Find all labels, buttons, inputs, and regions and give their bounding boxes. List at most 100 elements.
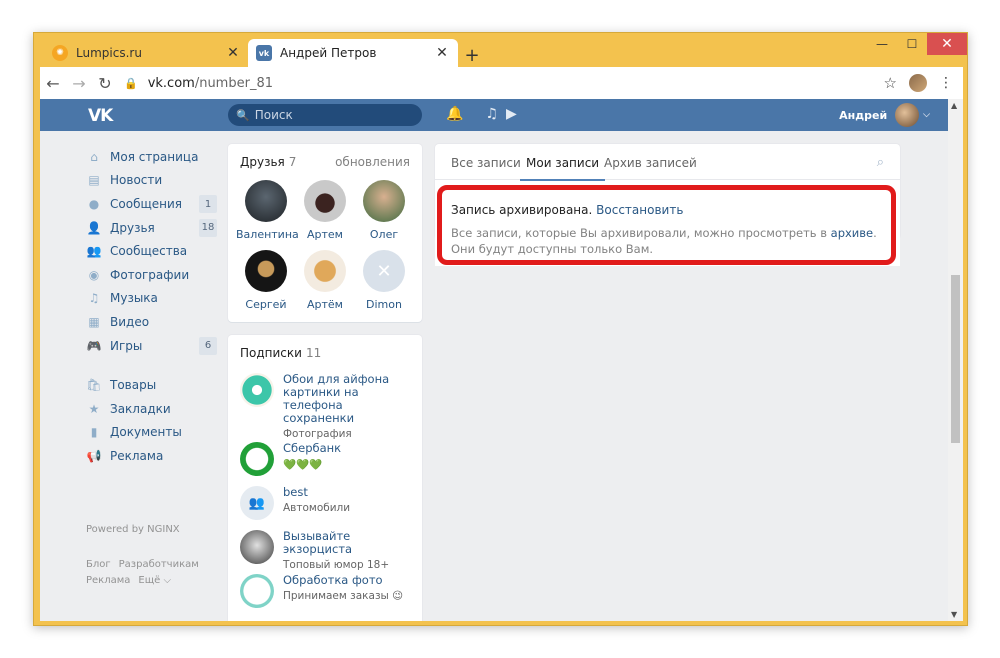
friend-avatar — [245, 180, 287, 222]
nav-item-bookmarks[interactable]: ★ Закладки — [86, 397, 216, 421]
vk-header: VK 🔍 Поиск 🔔 ♫ ▶ Андрей ⌵ — [40, 99, 948, 131]
subscription-title: Обработка фото — [283, 573, 383, 587]
friend-item[interactable]: Артём — [295, 250, 355, 311]
nav-item-news[interactable]: ▤ Новости — [86, 169, 216, 193]
nav-item-music[interactable]: ♫ Музыка — [86, 287, 216, 311]
nav-label: Моя страница — [110, 149, 199, 164]
back-icon[interactable]: ← — [40, 74, 66, 93]
nav-label: Видео — [110, 314, 150, 329]
url-path: /number_81 — [194, 75, 273, 91]
footer-link-blog[interactable]: Блог — [86, 559, 111, 570]
tab-lumpics[interactable]: ✺ Lumpics.ru ✕ — [44, 39, 249, 67]
tab-my-posts[interactable]: Мои записи — [519, 156, 606, 181]
search-icon[interactable]: ⌕ — [877, 155, 884, 170]
friends-count: 7 — [288, 155, 297, 169]
scrollbar-thumb[interactable] — [951, 275, 960, 443]
scroll-up-icon[interactable]: ▲ — [951, 101, 957, 110]
subscription-item[interactable]: Сбербанк 💚💚💚 — [240, 442, 407, 476]
nav-item-messages[interactable]: ● Сообщения 1 — [86, 192, 217, 216]
friends-updates-link[interactable]: обновления — [335, 155, 410, 169]
close-tab-icon[interactable]: ✕ — [225, 45, 241, 61]
footer-link-more[interactable]: Ещё ⌵ — [138, 575, 171, 586]
vk-logo-icon[interactable]: VK — [88, 106, 113, 126]
friends-badge: 18 — [199, 218, 217, 237]
groups-icon: 👥 — [86, 244, 102, 259]
subscription-title: Обои для айфона картинки на телефона сох… — [283, 372, 390, 425]
nav-label: Друзья — [110, 220, 155, 235]
photos-icon: ◉ — [88, 267, 100, 282]
nav-item-ads[interactable]: 📢 Реклама — [86, 444, 216, 468]
nav-label: Новости — [110, 173, 163, 188]
subscription-title: best — [283, 485, 308, 499]
reload-icon[interactable]: ↻ — [92, 74, 118, 93]
new-tab-button[interactable]: + — [462, 45, 482, 66]
user-menu[interactable]: Андрей ⌵ — [839, 103, 930, 127]
url-host: vk.com — [147, 75, 195, 91]
friend-item[interactable]: ✕ Dimon — [354, 250, 414, 311]
user-name: Андрей — [839, 108, 888, 122]
subscription-desc: Топовый юмор 18+ — [283, 559, 390, 571]
menu-icon[interactable]: ⋮ — [939, 75, 953, 91]
nav-item-video[interactable]: ▦ Видео — [86, 310, 216, 334]
nav-item-photos[interactable]: ◉ Фотографии — [86, 263, 216, 287]
search-input[interactable]: 🔍 Поиск — [228, 104, 422, 126]
maximize-button[interactable]: ☐ — [897, 33, 927, 55]
ads-icon: 📢 — [86, 448, 102, 463]
footer-link-developers[interactable]: Разработчикам — [119, 559, 199, 570]
photo-editing-avatar — [240, 574, 274, 608]
page-scrollbar[interactable]: ▲ ▼ — [948, 99, 963, 621]
friend-item[interactable]: Сергей — [236, 250, 296, 311]
friend-item[interactable]: Валентина — [236, 180, 299, 241]
notifications-bell-icon[interactable]: 🔔 — [446, 106, 463, 122]
friend-item[interactable]: Артем — [295, 180, 355, 241]
nav-item-games[interactable]: 🎮 Игры 6 — [86, 334, 217, 358]
profile-avatar[interactable] — [909, 74, 927, 92]
subscription-item[interactable]: Обработка фото Принимаем заказы 😉 — [240, 574, 407, 608]
market-icon: 🛍 — [86, 378, 102, 393]
tab-all-posts[interactable]: Все записи — [451, 156, 521, 170]
forward-icon[interactable]: → — [66, 74, 92, 93]
nav-label: Документы — [110, 425, 182, 440]
nav-label: Фотографии — [110, 267, 190, 282]
vk-favicon-icon: vk — [256, 45, 272, 61]
nav-item-groups[interactable]: 👥 Сообщества — [86, 239, 216, 263]
browser-window: ✺ Lumpics.ru ✕ vk Андрей Петров ✕ + — ☐ … — [33, 32, 968, 626]
highlight-frame — [437, 185, 896, 265]
donut-avatar — [240, 373, 274, 407]
subscription-item[interactable]: Вызывайте экзорциста Топовый юмор 18+ — [240, 530, 407, 571]
friend-avatar — [304, 180, 346, 222]
nav-item-market[interactable]: 🛍 Товары — [86, 373, 216, 397]
close-window-button[interactable]: ✕ — [927, 33, 967, 55]
subscriptions-title: Подписки — [240, 346, 302, 360]
music-player-icon[interactable]: ♫ — [485, 106, 498, 122]
sberbank-logo-icon — [240, 442, 274, 476]
tab-archive[interactable]: Архив записей — [604, 156, 697, 170]
minimize-button[interactable]: — — [867, 33, 897, 55]
friend-item[interactable]: Олег — [354, 180, 414, 241]
play-icon[interactable]: ▶ — [506, 106, 517, 122]
nav-item-documents[interactable]: ▮ Документы — [86, 421, 216, 445]
nav-item-friends[interactable]: 👤 Друзья 18 — [86, 216, 217, 240]
footer-link-ads[interactable]: Реклама — [86, 575, 130, 586]
address-bar[interactable]: 🔒 vk.com/number_81 — [124, 76, 884, 91]
documents-icon: ▮ — [90, 425, 98, 440]
subscriptions-header[interactable]: Подписки 11 — [240, 346, 321, 360]
nav-label: Сообщества — [110, 244, 188, 259]
subscription-item[interactable]: 👥 best Автомобили — [240, 486, 407, 520]
exorcist-avatar — [240, 530, 274, 564]
nav-item-my-page[interactable]: ⌂ Моя страница — [86, 145, 216, 169]
bookmark-star-icon[interactable]: ☆ — [884, 74, 897, 92]
games-badge: 6 — [199, 336, 217, 355]
scroll-down-icon[interactable]: ▼ — [951, 610, 957, 619]
page-viewport: VK 🔍 Поиск 🔔 ♫ ▶ Андрей ⌵ ⌂ Моя страница … — [40, 99, 963, 621]
friends-header[interactable]: Друзья 7 — [240, 155, 296, 169]
tab-vk[interactable]: vk Андрей Петров ✕ — [248, 39, 458, 67]
subscription-title: Сбербанк — [283, 441, 342, 455]
search-placeholder: Поиск — [254, 108, 293, 122]
close-tab-icon[interactable]: ✕ — [434, 45, 450, 61]
video-icon: ▦ — [88, 314, 100, 329]
nav-label: Товары — [110, 378, 157, 393]
subscription-item[interactable]: Обои для айфона картинки на телефона сох… — [240, 373, 407, 440]
subscription-desc: 💚💚💚 — [283, 459, 323, 471]
lock-icon: 🔒 — [124, 76, 138, 90]
